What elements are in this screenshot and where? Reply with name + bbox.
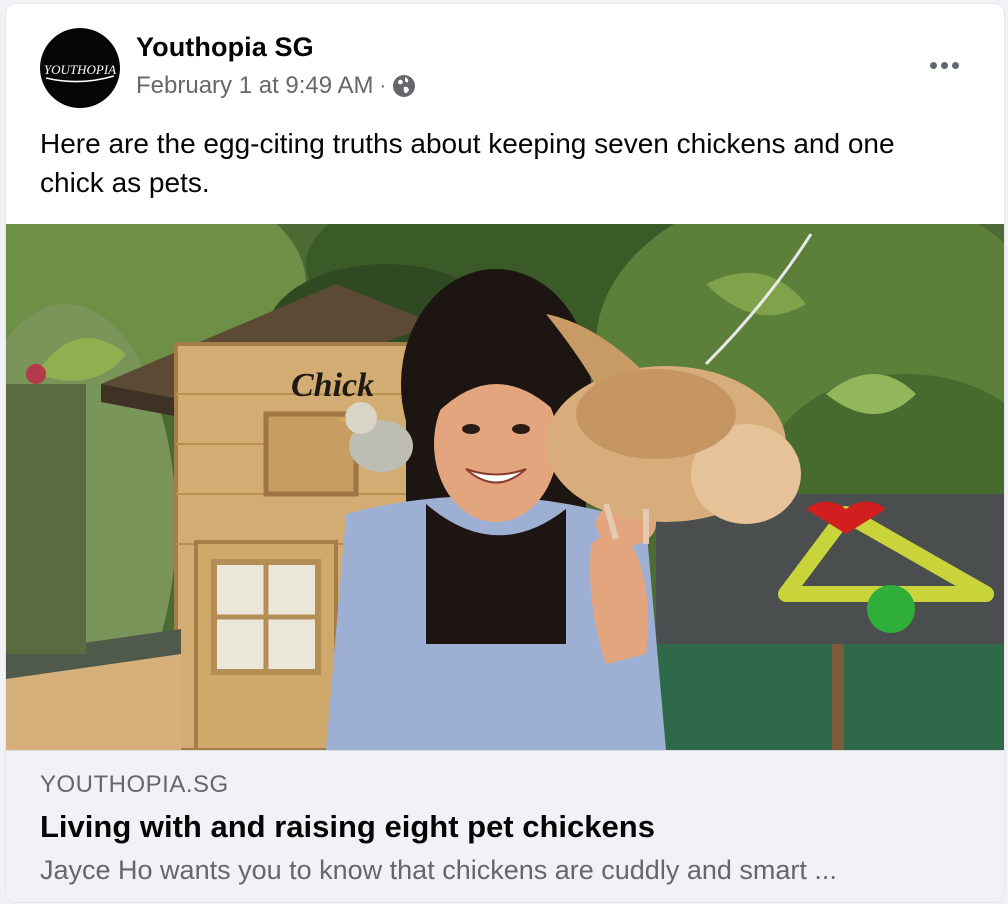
svg-text:YOUTHOPIA: YOUTHOPIA [44,62,116,77]
coop-sign: Chick [291,367,374,404]
post-card: YOUTHOPIA Youthopia SG February 1 at 9:4… [6,4,1004,902]
link-title[interactable]: Living with and raising eight pet chicke… [40,809,655,845]
page-avatar[interactable]: YOUTHOPIA [40,28,120,108]
post-meta: February 1 at 9:49 AM · [136,72,416,100]
link-preview[interactable]: YOUTHOPIA.SG Living with and raising eig… [6,750,1004,902]
link-description: Jayce Ho wants you to know that chickens… [40,855,837,885]
page-name[interactable]: Youthopia SG [136,32,314,63]
post-message: Here are the egg-citing truths about kee… [40,128,895,198]
post-header: YOUTHOPIA Youthopia SG February 1 at 9:4… [6,4,1004,116]
link-domain: YOUTHOPIA.SG [40,771,229,798]
chickens-photo-illustration: Chick [6,224,1004,750]
globe-icon[interactable] [392,74,416,98]
post-photo[interactable]: Chick [6,224,1004,750]
more-options-icon[interactable] [924,50,964,80]
youthopia-logo: YOUTHOPIA [44,62,116,83]
post-timestamp[interactable]: February 1 at 9:49 AM [136,72,373,100]
meta-separator: · [379,74,387,97]
